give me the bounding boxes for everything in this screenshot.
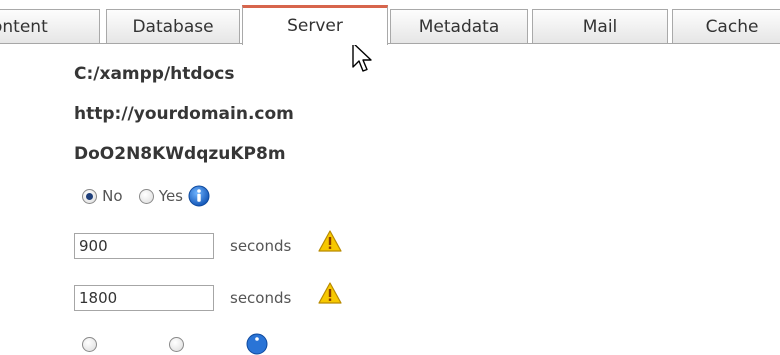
info-icon[interactable] [188, 185, 210, 207]
lifetime-unit-2: seconds [230, 289, 292, 307]
tab-strip: ontent Database Server Metadata Mail Cac… [0, 0, 780, 45]
warning-icon [318, 230, 342, 252]
radio-row: No Yes [82, 185, 210, 207]
tab-cache[interactable]: Cache [672, 9, 780, 43]
secret-value: DoO2N8KWdqzuKP8m [74, 144, 286, 164]
lifetime-input-1[interactable]: 900 [74, 233, 214, 259]
radio-row-partial [82, 333, 268, 355]
tab-metadata[interactable]: Metadata [390, 9, 528, 43]
tab-server[interactable]: Server [242, 5, 388, 45]
radio-no[interactable] [82, 188, 97, 204]
lifetime-input-2[interactable]: 1800 [74, 285, 214, 311]
warning-icon [318, 282, 342, 304]
radio-yes-label: Yes [158, 187, 183, 205]
mouse-pointer-icon [352, 42, 372, 72]
tab-mail[interactable]: Mail [532, 9, 668, 43]
radio-partial-2[interactable] [169, 336, 185, 352]
lifetime-unit-1: seconds [230, 237, 292, 255]
radio-partial-1[interactable] [82, 336, 97, 352]
radio-yes[interactable] [138, 188, 154, 204]
path-value: C:/xampp/htdocs [74, 64, 235, 84]
radio-no-label: No [102, 187, 123, 205]
tab-database[interactable]: Database [106, 9, 240, 43]
live-site-value: http://yourdomain.com [74, 104, 294, 124]
tab-content[interactable]: ontent [0, 9, 100, 43]
info-icon[interactable] [246, 333, 268, 355]
